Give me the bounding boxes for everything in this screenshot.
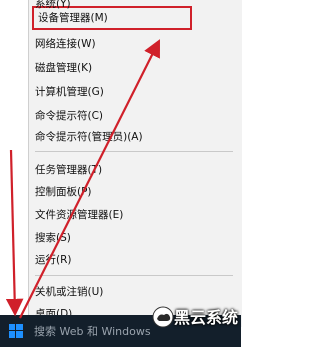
arrow-up xyxy=(19,39,160,319)
annotation-arrows xyxy=(5,39,160,319)
arrow-down xyxy=(5,149,24,317)
